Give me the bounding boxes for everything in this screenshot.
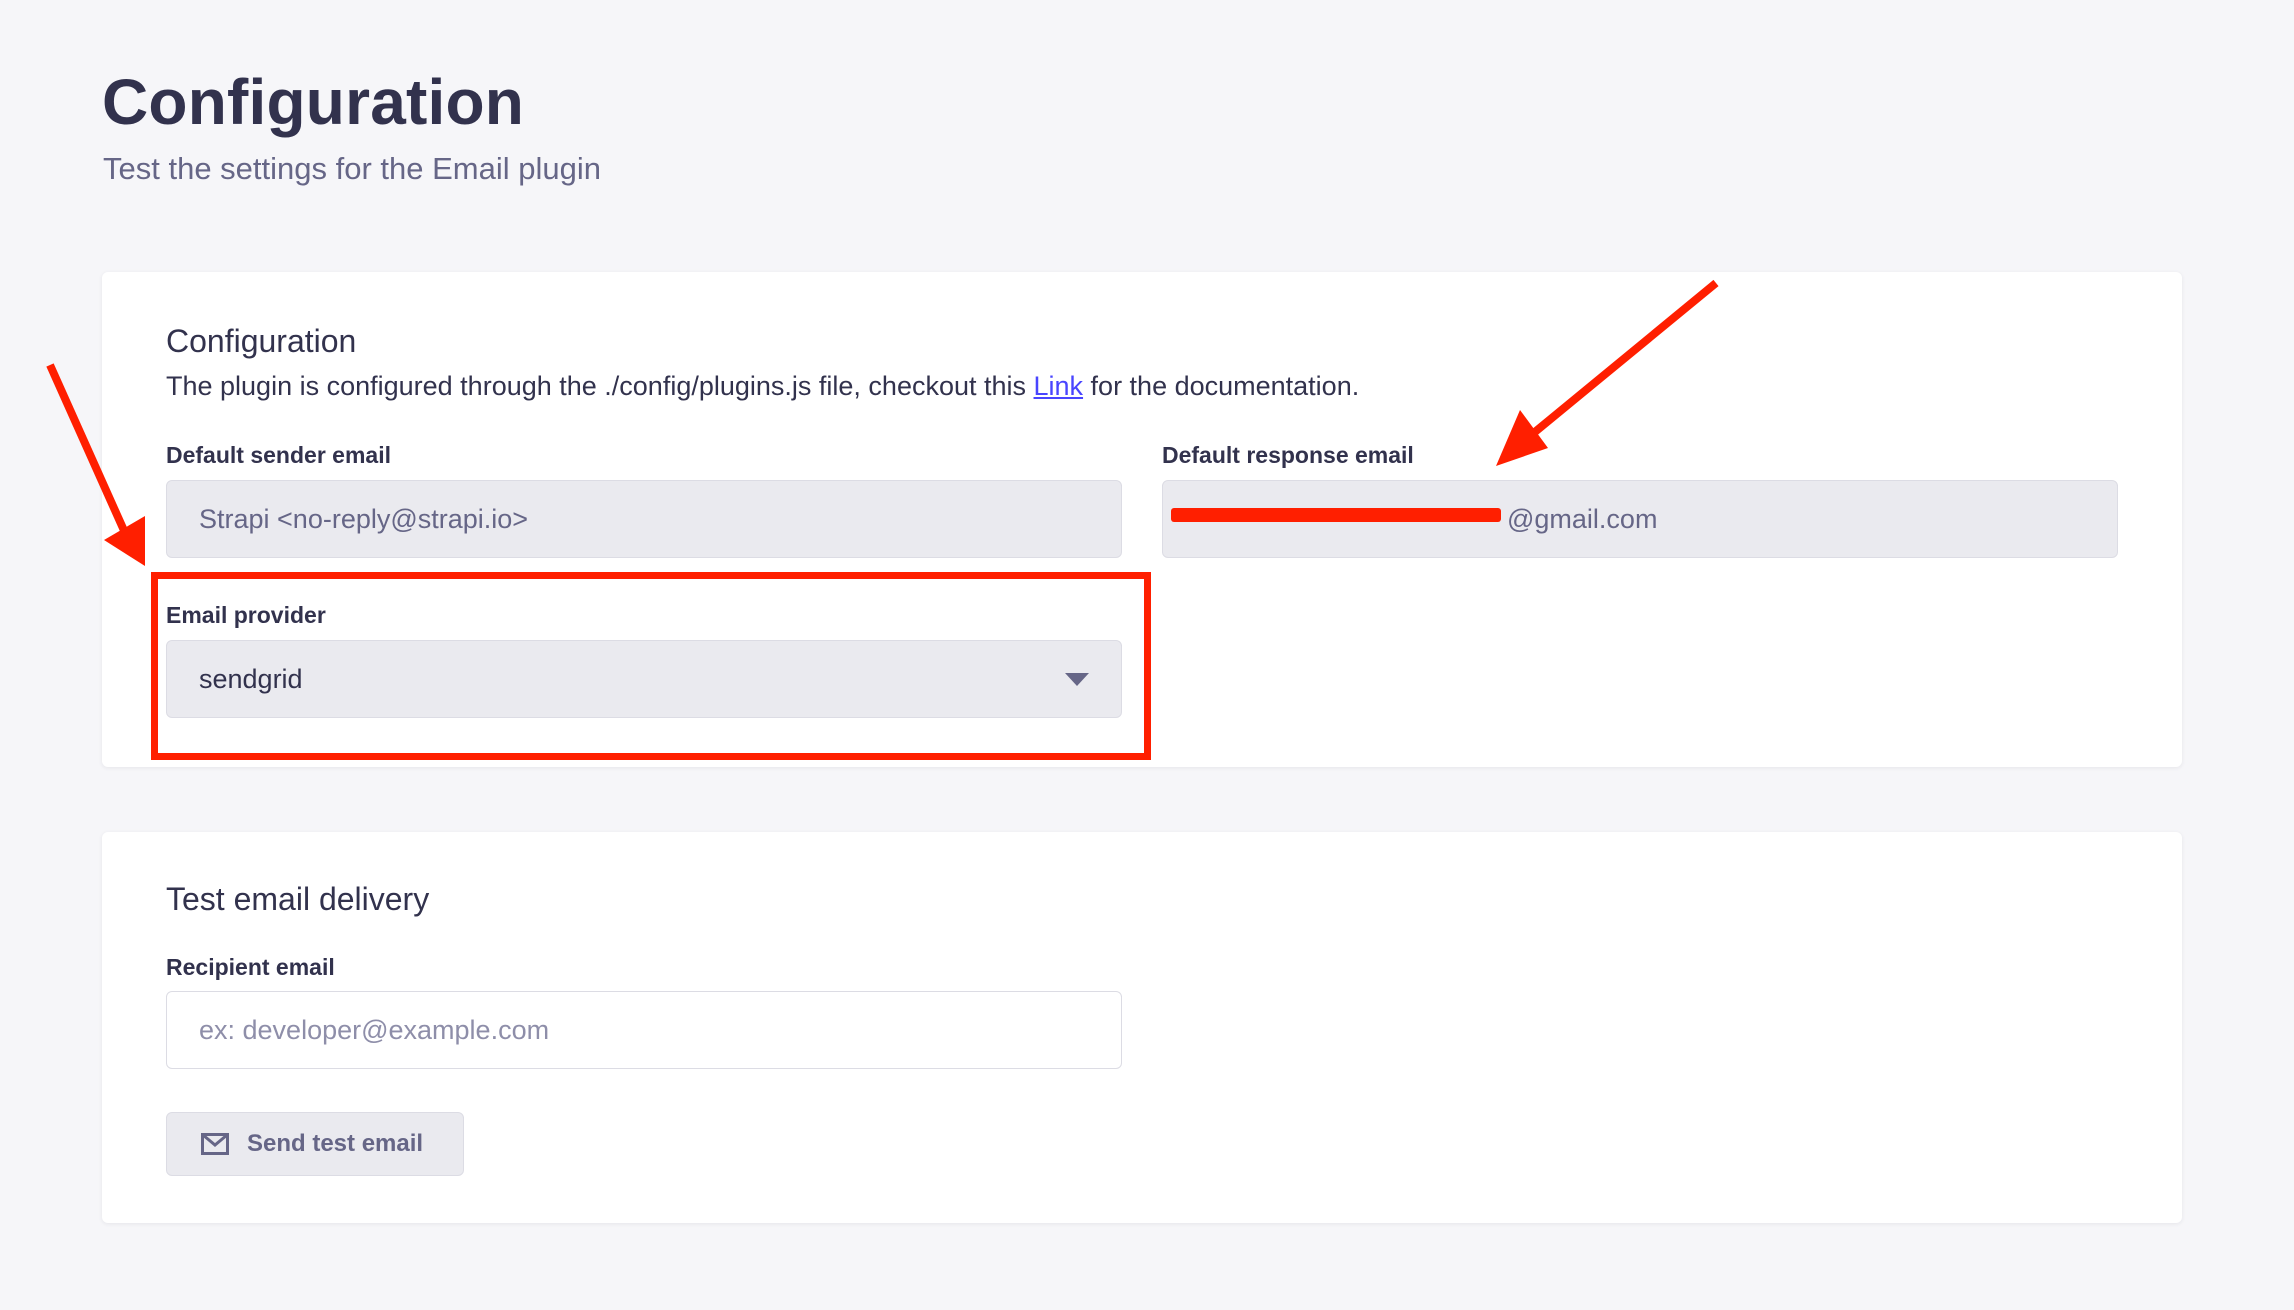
test-email-card-title: Test email delivery	[166, 881, 430, 917]
configuration-card: Configuration The plugin is configured t…	[102, 272, 2182, 767]
configuration-card-title: Configuration	[166, 323, 357, 359]
page-subtitle: Test the settings for the Email plugin	[103, 151, 601, 186]
envelope-icon	[201, 1133, 229, 1155]
sender-email-label: Default sender email	[166, 442, 391, 468]
redaction-mark	[1171, 508, 1501, 522]
configuration-description: The plugin is configured through the ./c…	[166, 370, 1359, 402]
sender-email-value: Strapi <no-reply@strapi.io>	[199, 503, 529, 534]
email-provider-value: sendgrid	[199, 663, 303, 694]
response-email-label: Default response email	[1162, 442, 1414, 468]
recipient-email-label: Recipient email	[166, 954, 335, 980]
email-provider-select[interactable]: sendgrid	[166, 640, 1122, 718]
test-email-card: Test email delivery Recipient email Send…	[102, 832, 2182, 1223]
send-test-email-label: Send test email	[247, 1130, 424, 1157]
caret-down-icon	[1065, 672, 1089, 686]
recipient-email-input[interactable]	[166, 991, 1122, 1069]
sender-email-field[interactable]: Strapi <no-reply@strapi.io>	[166, 480, 1122, 558]
response-email-field[interactable]: @gmail.com	[1162, 480, 2118, 558]
response-email-value: @gmail.com	[1507, 503, 1658, 534]
send-test-email-button[interactable]: Send test email	[166, 1112, 464, 1176]
description-text-after-link: for the documentation.	[1083, 371, 1360, 401]
page-title: Configuration	[102, 66, 525, 138]
documentation-link[interactable]: Link	[1034, 371, 1084, 401]
description-text-before-link: The plugin is configured through the ./c…	[166, 371, 1034, 401]
email-provider-label: Email provider	[166, 602, 326, 628]
